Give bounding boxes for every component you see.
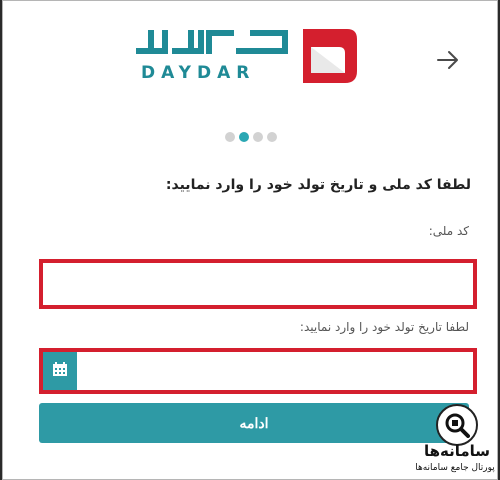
arrow-right-icon[interactable] bbox=[435, 47, 461, 73]
calendar-icon bbox=[52, 361, 68, 381]
national-code-label: کد ملی: bbox=[428, 224, 469, 238]
samaneha-logo-icon bbox=[436, 404, 478, 446]
form-instruction: لطفا کد ملی و تاریخ تولد خود را وارد نما… bbox=[165, 177, 471, 193]
watermark-subtitle: پورتال جامع سامانه‌ها bbox=[415, 463, 495, 473]
daydar-logo-mark bbox=[299, 25, 361, 87]
step-dot bbox=[225, 132, 235, 142]
birth-date-field-wrapper bbox=[39, 348, 477, 394]
step-dot bbox=[253, 132, 263, 142]
watermark-title: سامانه‌ها bbox=[423, 442, 491, 460]
continue-button[interactable]: ادامه bbox=[39, 403, 469, 443]
calendar-button[interactable] bbox=[43, 352, 77, 390]
step-dot bbox=[267, 132, 277, 142]
national-code-field-wrapper bbox=[39, 259, 477, 309]
step-indicator bbox=[225, 132, 277, 142]
daydar-logo-persian bbox=[135, 25, 295, 65]
birth-date-label: لطفا تاریخ تولد خود را وارد نمایید: bbox=[299, 320, 469, 334]
birth-date-input[interactable] bbox=[77, 352, 473, 390]
login-card: DAYDAR لطفا کد ملی و تاریخ تولد خود را و… bbox=[2, 0, 498, 480]
daydar-logo-english: DAYDAR bbox=[141, 63, 256, 83]
step-dot-active bbox=[239, 132, 249, 142]
national-code-input[interactable] bbox=[43, 263, 473, 305]
